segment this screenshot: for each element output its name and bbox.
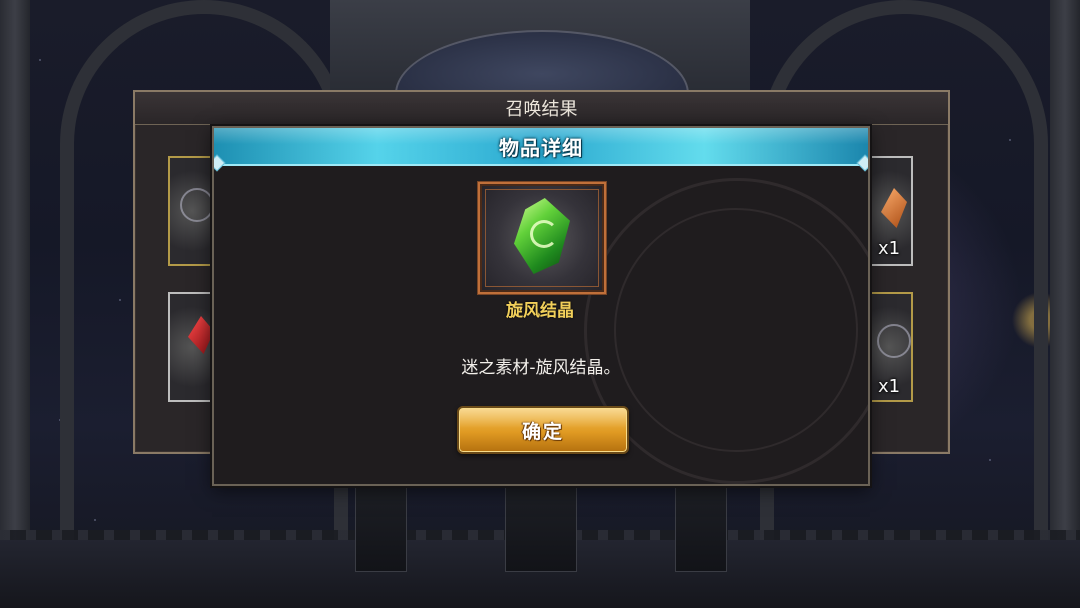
result-card[interactable]	[168, 156, 216, 266]
item-icon-frame	[478, 182, 606, 294]
quantity-label: x1	[878, 238, 901, 259]
item-detail-dialog: 物品详细 旋风结晶 迷之素材-旋风结晶。 确定	[212, 126, 870, 486]
dialog-title: 物品详细	[499, 135, 583, 160]
item-description: 迷之素材-旋风结晶。	[461, 358, 621, 378]
stone-tablet	[355, 480, 407, 572]
left-pillar	[0, 0, 30, 608]
quantity-label: x1	[878, 376, 901, 397]
dialog-header: 物品详细	[214, 128, 868, 166]
wind-swirl-icon	[530, 220, 558, 248]
swirl-icon	[877, 324, 911, 358]
item-name: 旋风结晶	[506, 301, 574, 321]
red-gem-icon	[188, 316, 214, 354]
orange-gem-icon	[881, 188, 907, 228]
result-card[interactable]	[168, 292, 216, 402]
confirm-button[interactable]: 确定	[457, 406, 629, 454]
summon-result-title: 召唤结果	[135, 92, 948, 125]
magic-circle-decoration	[614, 208, 858, 452]
confirm-button-label: 确定	[521, 420, 564, 443]
stone-tablet	[505, 480, 577, 572]
right-pillar	[1050, 0, 1080, 608]
stone-tablet	[675, 480, 727, 572]
swirl-icon	[180, 188, 214, 222]
